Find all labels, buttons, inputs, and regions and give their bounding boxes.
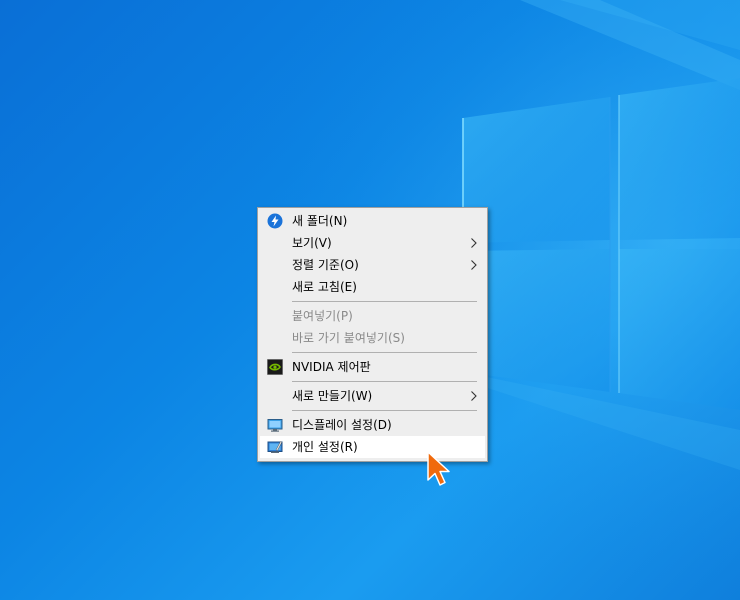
chevron-right-icon — [471, 391, 477, 401]
menu-item-label: 개인 설정(R) — [292, 440, 358, 454]
menu-item-new-folder[interactable]: 새 폴더(N) — [258, 210, 487, 232]
menu-item-display-settings[interactable]: 디스플레이 설정(D) — [258, 414, 487, 436]
menu-item-new[interactable]: 새로 만들기(W) — [258, 385, 487, 407]
logo-pane-top-right — [619, 78, 740, 240]
personalize-icon — [267, 441, 283, 453]
menu-item-label: 새 폴더(N) — [292, 214, 348, 228]
menu-item-label: 바로 가기 붙여넣기(S) — [292, 331, 405, 345]
nvidia-logo-icon — [267, 359, 283, 375]
menu-item-view[interactable]: 보기(V) — [258, 232, 487, 254]
desktop-context-menu: 새 폴더(N) 보기(V) 정렬 기준(O) 새로 고침(E) 붙여넣기(P) … — [257, 207, 488, 462]
menu-item-label: 새로 고침(E) — [292, 280, 357, 294]
desktop[interactable]: 새 폴더(N) 보기(V) 정렬 기준(O) 새로 고침(E) 붙여넣기(P) … — [0, 0, 740, 600]
menu-item-label: 정렬 기준(O) — [292, 258, 359, 272]
new-folder-bolt-icon — [267, 213, 283, 229]
chevron-right-icon — [471, 260, 477, 270]
logo-pane-bottom-right — [619, 249, 740, 410]
display-settings-icon — [267, 419, 283, 432]
menu-item-label: NVIDIA 제어판 — [292, 360, 371, 374]
menu-item-personalize[interactable]: 개인 설정(R) — [260, 436, 485, 458]
menu-item-label: 새로 만들기(W) — [292, 389, 373, 403]
menu-item-nvidia-control-panel[interactable]: NVIDIA 제어판 — [258, 356, 487, 378]
menu-item-label: 붙여넣기(P) — [292, 309, 353, 323]
menu-item-label: 보기(V) — [292, 236, 332, 250]
menu-item-paste[interactable]: 붙여넣기(P) — [258, 305, 487, 327]
menu-separator — [292, 381, 477, 382]
menu-separator — [292, 352, 477, 353]
menu-separator — [292, 301, 477, 302]
menu-item-sort-by[interactable]: 정렬 기준(O) — [258, 254, 487, 276]
menu-item-refresh[interactable]: 새로 고침(E) — [258, 276, 487, 298]
menu-item-paste-shortcut[interactable]: 바로 가기 붙여넣기(S) — [258, 327, 487, 349]
chevron-right-icon — [471, 238, 477, 248]
menu-item-label: 디스플레이 설정(D) — [292, 418, 392, 432]
mouse-pointer-icon — [427, 451, 450, 486]
menu-separator — [292, 410, 477, 411]
